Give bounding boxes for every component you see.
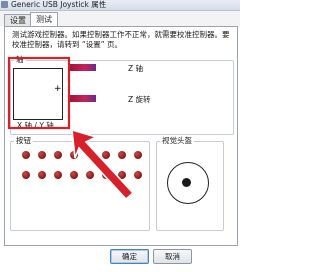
buttons-group-label: 按钮 [14,136,33,145]
button-indicator [54,171,62,179]
button-indicator [86,151,94,159]
button-indicator [102,151,110,159]
z-axis-label: Z 轴 [128,64,144,73]
buttons-group [10,141,150,231]
button-indicator [134,151,142,159]
ok-button[interactable]: 确定 [110,249,149,264]
tab-strip: 设置 测试 [0,11,240,27]
button-indicator [54,151,62,159]
button-indicator [38,151,46,159]
axes-group-label: 轴 [14,55,26,64]
pov-hat-indicator [182,178,191,187]
cancel-button[interactable]: 取消 [153,249,192,264]
z-rotation-label: Z 旋转 [128,95,151,104]
gamepad-icon [1,1,8,8]
button-indicator [22,151,30,159]
title-bar: Generic USB Joystick 属性 [0,0,240,11]
button-indicator [86,171,94,179]
button-indicator [118,151,126,159]
button-indicator [38,171,46,179]
tab-test[interactable]: 测试 [30,12,58,27]
button-indicator [134,171,142,179]
xy-axis-label: X 轴 / Y 轴 [17,121,54,130]
button-indicator [70,171,78,179]
button-indicator [22,171,30,179]
button-indicator [102,171,110,179]
pov-group-label: 视觉头盔 [160,136,194,145]
button-indicator [70,151,78,159]
xy-axis-box [13,68,63,120]
crosshair-icon: + [54,84,62,94]
window-title: Generic USB Joystick 属性 [11,0,107,9]
intro-text: 测试游戏控制器。如果控制器工作不正常，就需要校准控制器。要校准控制器，请转到 “… [12,30,230,49]
z-rotation-bar [68,95,96,102]
z-axis-bar [68,64,96,71]
button-indicator [118,171,126,179]
